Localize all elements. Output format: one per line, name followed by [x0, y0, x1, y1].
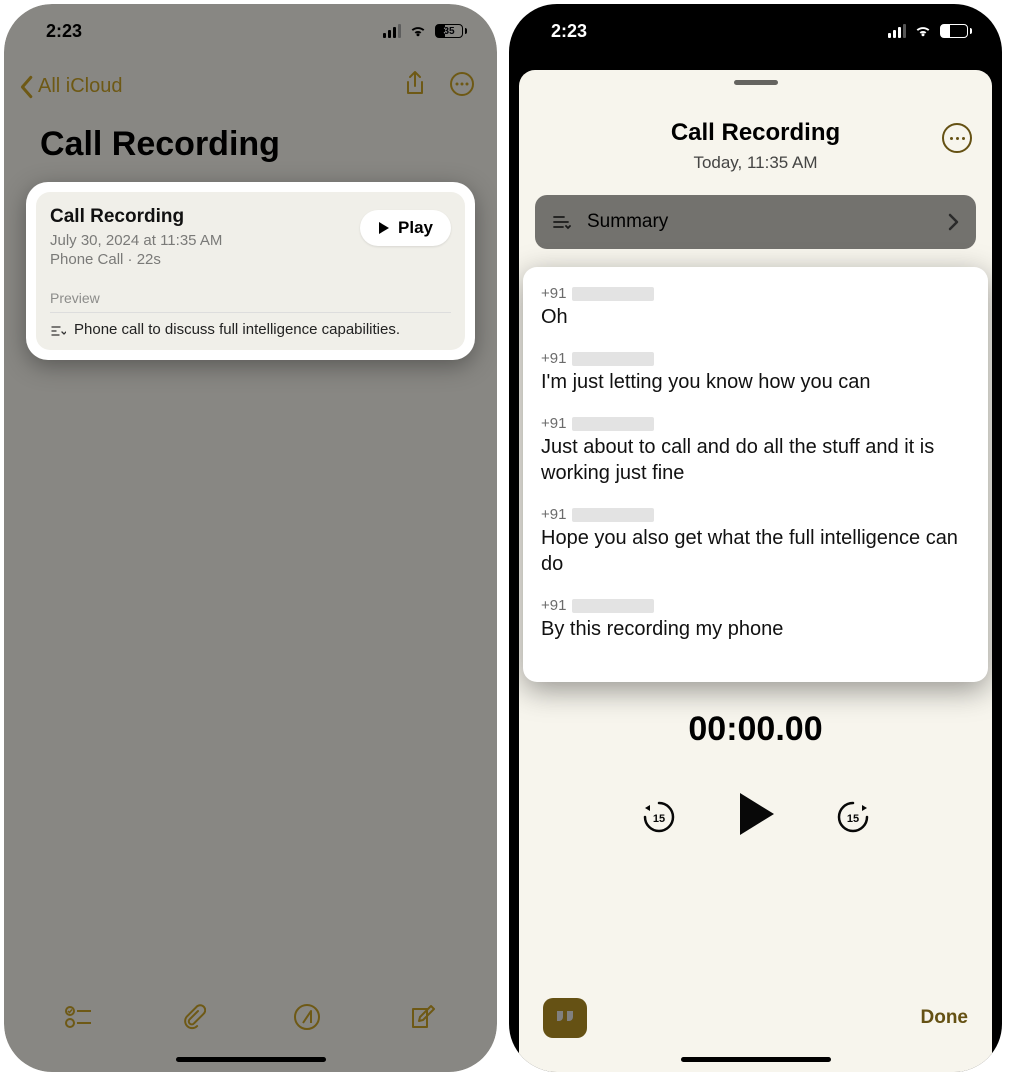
wifi-icon [409, 22, 427, 40]
quote-button[interactable] [543, 998, 587, 1038]
transcript-text: By this recording my phone [541, 616, 970, 642]
attachment-icon[interactable] [180, 1003, 206, 1036]
transcript-text: Hope you also get what the full intellig… [541, 525, 970, 577]
card-meta: Phone Call · 22s [50, 251, 222, 268]
play-label: Play [398, 218, 433, 238]
home-indicator [176, 1057, 326, 1062]
notes-screen: 2:23 35 All iCloud Call Recording [4, 4, 497, 1072]
redacted-number [572, 287, 654, 301]
home-indicator [681, 1057, 831, 1062]
status-bar: 2:23 35 [509, 4, 1002, 58]
timecode: 00:00.00 [688, 710, 822, 749]
cellular-icon [383, 24, 401, 38]
wifi-icon [914, 22, 932, 40]
summary-label: Summary [587, 211, 932, 233]
speaker-prefix: +91 [541, 415, 566, 432]
transcript-screen: 2:23 35 Call Recording Today, 11:35 AM S… [509, 4, 1002, 1072]
checklist-icon[interactable] [65, 1004, 93, 1035]
card-date: July 30, 2024 at 11:35 AM [50, 232, 222, 249]
player: 00:00.00 15 15 [519, 682, 992, 976]
status-time: 2:23 [551, 21, 587, 42]
recording-card[interactable]: Call Recording July 30, 2024 at 11:35 AM… [26, 182, 475, 360]
sheet-subtitle: Today, 11:35 AM [539, 153, 972, 173]
svg-text:15: 15 [652, 813, 664, 825]
transcript-entry: +91 I'm just letting you know how you ca… [541, 350, 970, 395]
compose-icon[interactable] [408, 1003, 436, 1036]
card-title: Call Recording [50, 206, 222, 228]
skip-forward-15-button[interactable]: 15 [834, 798, 872, 836]
svg-text:15: 15 [846, 813, 858, 825]
transcript-entry: +91 Oh [541, 285, 970, 330]
redacted-number [572, 352, 654, 366]
transcript-entry: +91 Just about to call and do all the st… [541, 415, 970, 486]
back-button[interactable]: All iCloud [18, 75, 122, 99]
play-button[interactable] [736, 791, 776, 842]
transcript-text: Oh [541, 304, 970, 330]
preview-text: Phone call to discuss full intelligence … [74, 321, 400, 338]
preview-label: Preview [50, 290, 451, 306]
speaker-prefix: +91 [541, 597, 566, 614]
transcript-text: Just about to call and do all the stuff … [541, 434, 970, 486]
play-button[interactable]: Play [360, 210, 451, 246]
battery-icon: 35 [940, 24, 972, 38]
cellular-icon [888, 24, 906, 38]
redacted-number [572, 599, 654, 613]
transcript-panel: +91 Oh +91 I'm just letting you know how… [523, 267, 988, 682]
sheet: Call Recording Today, 11:35 AM Summary +… [519, 70, 992, 1072]
transcript-entry: +91 By this recording my phone [541, 597, 970, 642]
preview-row: Phone call to discuss full intelligence … [50, 321, 451, 338]
summary-icon [551, 212, 571, 232]
redacted-number [572, 508, 654, 522]
battery-icon: 35 [435, 24, 467, 38]
redacted-number [572, 417, 654, 431]
transcript-text: I'm just letting you know how you can [541, 369, 970, 395]
more-button[interactable] [942, 123, 972, 153]
speaker-prefix: +91 [541, 285, 566, 302]
status-bar: 2:23 35 [4, 4, 497, 58]
speaker-prefix: +91 [541, 350, 566, 367]
back-label: All iCloud [38, 75, 122, 98]
nav-bar: All iCloud [4, 58, 497, 111]
chevron-right-icon [948, 213, 960, 231]
divider [50, 312, 451, 313]
speaker-prefix: +91 [541, 506, 566, 523]
status-time: 2:23 [46, 21, 82, 42]
transcript-entry: +91 Hope you also get what the full inte… [541, 506, 970, 577]
sheet-title: Call Recording [539, 119, 972, 147]
page-title: Call Recording [4, 111, 497, 182]
done-button[interactable]: Done [921, 1007, 969, 1029]
skip-back-15-button[interactable]: 15 [640, 798, 678, 836]
draw-icon[interactable] [293, 1003, 321, 1036]
share-icon[interactable] [403, 70, 427, 103]
summary-button[interactable]: Summary [535, 195, 976, 249]
more-icon[interactable] [449, 71, 475, 102]
